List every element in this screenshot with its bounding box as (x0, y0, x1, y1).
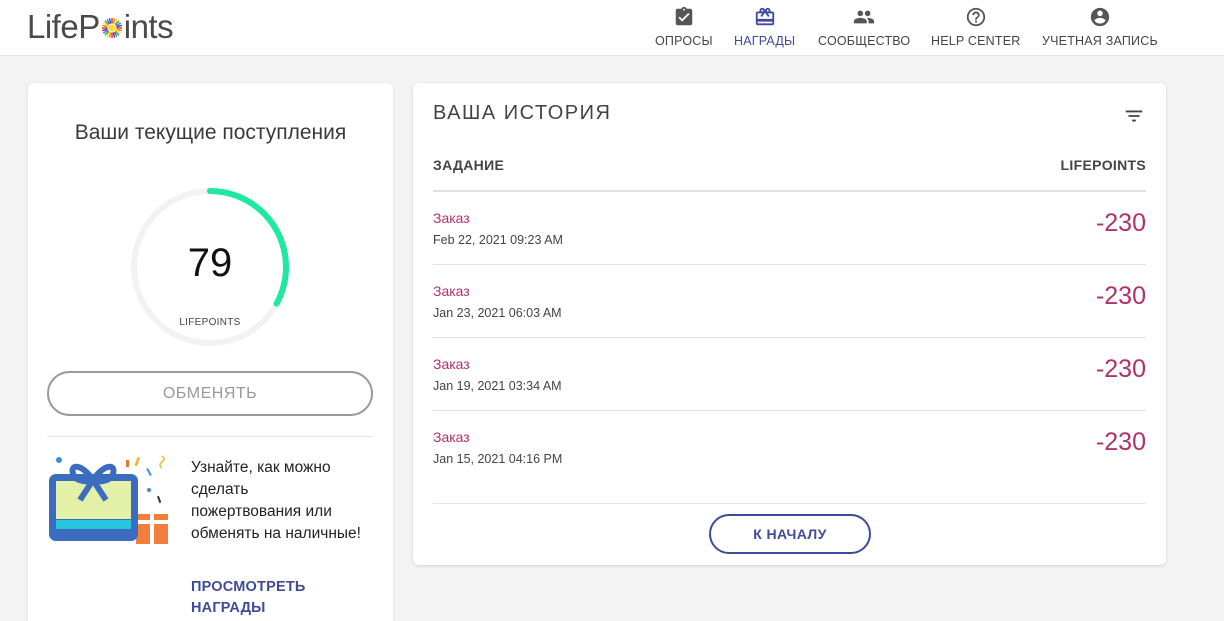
history-row: Заказ Jan 15, 2021 04:16 PM -230 (433, 411, 1146, 484)
history-row-points: -230 (1095, 282, 1146, 310)
balance-card: Ваши текущие поступления 79 LIFEPOINTS О… (28, 83, 393, 621)
gift-card-icon (49, 455, 168, 544)
nav-account-label: УЧЕТНАЯ ЗАПИСЬ (1042, 34, 1158, 48)
history-row-task[interactable]: Заказ (433, 429, 470, 445)
history-row-task[interactable]: Заказ (433, 356, 470, 372)
history-title: ВАША ИСТОРИЯ (433, 102, 612, 124)
history-row-date: Jan 23, 2021 06:03 AM (433, 306, 562, 320)
top-header: Life Pints ОПРОСЫ НАГРАДЫ СООБЩЕСТВО HEL… (0, 0, 1224, 56)
people-icon (854, 10, 875, 24)
promo-text: Узнайте, как можно сделать пожертвования… (191, 459, 361, 542)
history-row-task[interactable]: Заказ (433, 210, 470, 226)
history-card: ВАША ИСТОРИЯ ЗАДАНИЕ LIFEPOINTS Заказ Fe… (413, 83, 1166, 565)
gift-icon (755, 7, 774, 26)
nav-community-label: СООБЩЕСТВО (818, 34, 911, 48)
help-circle-icon (966, 7, 985, 27)
view-rewards-link[interactable]: ПРОСМОТРЕТЬ НАГРАДЫ (191, 577, 361, 619)
history-row-points: -230 (1095, 209, 1146, 237)
sun-logo-icon (101, 17, 122, 39)
redeem-button[interactable]: ОБМЕНЯТЬ (47, 371, 373, 416)
history-row: Заказ Jan 19, 2021 03:34 AM -230 (433, 338, 1146, 411)
nav-community[interactable]: СООБЩЕСТВО (818, 6, 910, 48)
balance-unit: LIFEPOINTS (179, 317, 241, 328)
column-header-points: LIFEPOINTS (1060, 157, 1146, 173)
history-row: Заказ Jan 23, 2021 06:03 AM -230 (433, 265, 1146, 338)
nav-surveys[interactable]: ОПРОСЫ (655, 6, 713, 48)
history-row-date: Jan 15, 2021 04:16 PM (433, 452, 563, 466)
footer-divider (433, 503, 1146, 504)
account-circle-icon (1090, 7, 1110, 27)
nav-help-center-label: HELP CENTER (931, 34, 1021, 48)
balance-title: Ваши текущие поступления (74, 121, 347, 144)
column-header-task: ЗАДАНИЕ (433, 157, 505, 173)
logo-text-life: Life (27, 8, 79, 45)
logo-text-points: Pints (78, 8, 174, 45)
history-row-date: Jan 19, 2021 03:34 AM (433, 379, 562, 393)
history-row-points: -230 (1095, 428, 1146, 456)
nav-rewards[interactable]: НАГРАДЫ (734, 6, 795, 48)
lifepoints-logo[interactable]: Life Pints (27, 8, 174, 46)
filter-icon[interactable] (1123, 105, 1145, 127)
nav-help-center[interactable]: HELP CENTER (931, 6, 1021, 48)
divider (47, 436, 373, 437)
history-row-points: -230 (1095, 355, 1146, 383)
nav-account[interactable]: УЧЕТНАЯ ЗАПИСЬ (1042, 6, 1158, 48)
history-row-date: Feb 22, 2021 09:23 AM (433, 233, 563, 247)
clipboard-check-icon (675, 6, 693, 26)
balance-value: 79 (187, 241, 233, 285)
back-to-top-button[interactable]: К НАЧАЛУ (709, 514, 871, 554)
history-row-task[interactable]: Заказ (433, 283, 470, 299)
nav-surveys-label: ОПРОСЫ (655, 34, 713, 48)
nav-rewards-label: НАГРАДЫ (734, 34, 796, 48)
history-row: Заказ Feb 22, 2021 09:23 AM -230 (433, 192, 1146, 265)
